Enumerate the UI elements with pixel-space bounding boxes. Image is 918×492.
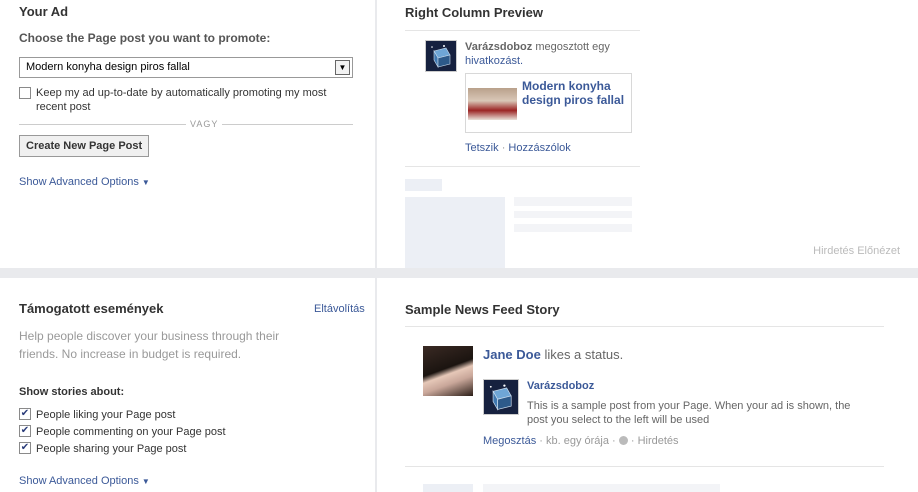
globe-icon — [618, 436, 628, 445]
kitchen-thumbnail — [468, 88, 517, 120]
share-link[interactable]: Megosztás — [483, 435, 536, 447]
placeholder-line-3 — [514, 224, 632, 232]
link-preview-title[interactable]: Modern konyha design piros fallal — [522, 79, 630, 107]
keep-updated-label: Keep my ad up-to-date by automatically p… — [36, 87, 327, 113]
column-divider — [375, 0, 377, 492]
user-avatar[interactable] — [423, 346, 473, 396]
magic-box-icon — [484, 380, 518, 414]
news-feed-separator-2 — [405, 466, 884, 467]
page-post-select[interactable]: Modern konyha design piros fallal ▼ — [19, 57, 353, 78]
preview-page-name[interactable]: Varázsdoboz — [465, 41, 532, 53]
sponsored-stories-title: Támogatott események — [19, 301, 164, 316]
remove-link[interactable]: Eltávolítás — [314, 303, 365, 315]
caret-down-icon: ▼ — [141, 477, 150, 486]
show-advanced-options-label: Show Advanced Options — [19, 176, 139, 188]
caret-down-icon: ▼ — [141, 178, 150, 187]
show-advanced-options-label-2: Show Advanced Options — [19, 475, 139, 487]
story-headline: Jane Doe likes a status. — [483, 347, 623, 362]
preview-actions: Tetszik · Hozzászólok — [465, 142, 571, 154]
liking-label: People liking your Page post — [36, 409, 176, 421]
like-link[interactable]: Tetszik — [465, 142, 499, 154]
story-action: likes a status. — [544, 347, 624, 362]
news-feed-title: Sample News Feed Story — [405, 302, 560, 317]
create-new-page-post-button[interactable]: Create New Page Post — [19, 135, 150, 157]
liking-checkbox[interactable]: ✔ — [19, 408, 31, 420]
shared-text: megosztott egy — [535, 41, 610, 53]
comment-link[interactable]: Hozzászólok — [508, 142, 570, 154]
sharing-label: People sharing your Page post — [36, 443, 187, 455]
right-column-preview-title: Right Column Preview — [405, 5, 543, 20]
placeholder-bar — [405, 179, 442, 191]
meta-separator: · — [612, 435, 619, 447]
story-meta: Megosztás · kb. egy órája · · Hirdetés — [483, 435, 679, 447]
placeholder-line — [483, 484, 720, 492]
ad-label: Hirdetés — [637, 435, 679, 447]
page-avatar-2[interactable] — [483, 379, 519, 415]
placeholder-line-2 — [514, 211, 632, 218]
dropdown-arrow-icon[interactable]: ▼ — [335, 60, 350, 75]
preview-separator-2 — [405, 166, 640, 167]
post-page-name[interactable]: Varázsdoboz — [527, 380, 594, 392]
meta-separator: · — [539, 435, 546, 447]
preview-share-text: Varázsdoboz megosztott egy hivatkozást. — [465, 40, 635, 68]
show-advanced-options-link[interactable]: Show Advanced Options ▼ — [19, 176, 150, 188]
choose-post-label: Choose the Page post you want to promote… — [19, 31, 271, 45]
time-label: kb. egy órája — [546, 435, 609, 447]
sponsored-description: Help people discover your business throu… — [19, 329, 280, 361]
selected-post-value: Modern konyha design piros fallal — [26, 61, 190, 73]
sample-post-text: This is a sample post from your Page. Wh… — [527, 400, 851, 426]
commenting-checkbox[interactable]: ✔ — [19, 425, 31, 437]
link-text[interactable]: hivatkozást. — [465, 55, 523, 67]
link-preview-card[interactable]: Modern konyha design piros fallal — [465, 73, 632, 133]
commenting-label: People commenting on your Page post — [36, 426, 226, 438]
placeholder-image — [405, 197, 505, 268]
page-avatar[interactable] — [425, 40, 457, 72]
meta-separator: · — [630, 435, 638, 447]
ad-preview-label: Hirdetés Előnézet — [813, 245, 900, 257]
news-feed-separator — [405, 326, 884, 327]
keep-updated-checkbox[interactable] — [19, 87, 31, 99]
placeholder-avatar — [423, 484, 473, 492]
magic-box-icon — [426, 41, 456, 71]
placeholder-line-1 — [514, 197, 632, 206]
sharing-checkbox[interactable]: ✔ — [19, 442, 31, 454]
preview-separator — [405, 30, 640, 31]
or-label: VAGY — [186, 119, 223, 129]
show-stories-label: Show stories about: — [19, 386, 125, 398]
user-name-link[interactable]: Jane Doe — [483, 347, 541, 362]
show-advanced-options-link-2[interactable]: Show Advanced Options ▼ — [19, 475, 150, 487]
your-ad-title: Your Ad — [19, 4, 69, 19]
